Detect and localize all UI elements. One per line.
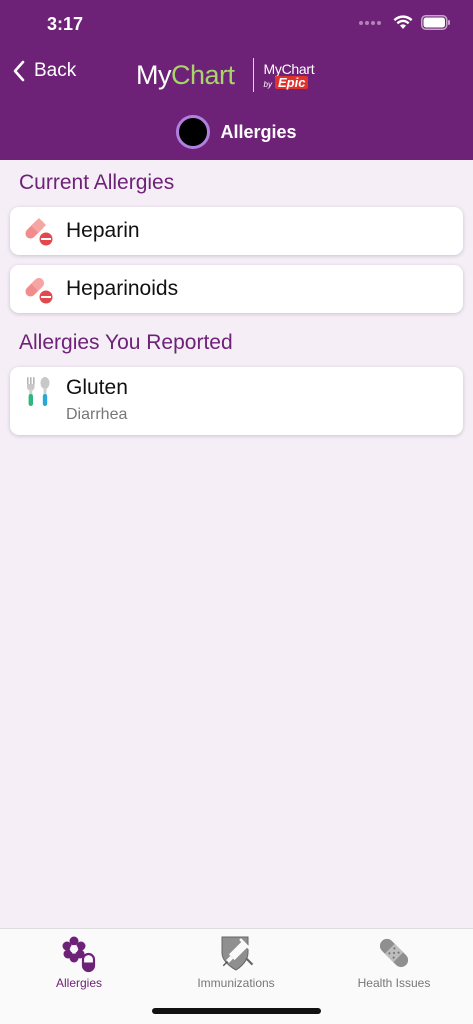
tab-allergies[interactable]: Allergies xyxy=(9,933,149,990)
logo-wordmark: MyChart xyxy=(136,60,235,91)
home-indicator[interactable] xyxy=(152,1008,321,1014)
chevron-left-icon xyxy=(13,60,25,82)
header: 3:17 Back MyChart MyChart by Epic Allerg… xyxy=(0,0,473,160)
status-icons xyxy=(359,15,451,30)
tab-immunizations[interactable]: Immunizations xyxy=(166,933,306,990)
allergy-card-text: Gluten Diarrhea xyxy=(66,376,128,424)
page-title-row: Allergies xyxy=(0,115,473,149)
allergy-card-heparin[interactable]: Heparin xyxy=(10,207,463,255)
allergy-list: Current Allergies Heparin Heparinoids Al… xyxy=(0,160,473,435)
mychart-logo: MyChart MyChart by Epic xyxy=(136,58,315,92)
avatar[interactable] xyxy=(176,115,211,149)
tab-label: Allergies xyxy=(55,976,103,990)
allergy-name: Heparin xyxy=(66,219,140,242)
back-button[interactable]: Back xyxy=(12,60,76,82)
bandage-icon xyxy=(379,938,409,968)
allergy-card-heparinoids[interactable]: Heparinoids xyxy=(10,265,463,313)
allergy-card-gluten[interactable]: Gluten Diarrhea xyxy=(10,367,463,435)
back-label: Back xyxy=(34,60,77,81)
epic-logo-word: Epic xyxy=(274,75,309,89)
page-title: Allergies xyxy=(220,121,297,142)
logo-divider xyxy=(252,58,254,92)
epic-logo-bottom: by Epic xyxy=(263,75,315,89)
signal-icon xyxy=(359,20,381,25)
allergies-screen: 3:17 Back MyChart MyChart by Epic Allerg… xyxy=(0,0,473,1024)
pill-icon xyxy=(25,278,53,304)
wifi-icon xyxy=(393,15,413,29)
pill-icon xyxy=(25,217,53,246)
section-title-reported: Allergies You Reported xyxy=(19,331,233,354)
logo-chart: Chart xyxy=(171,59,235,90)
tab-health-issues[interactable]: Health Issues xyxy=(324,933,464,990)
allergy-reaction: Diarrhea xyxy=(66,406,128,423)
allergy-name: Heparinoids xyxy=(66,277,179,300)
immunizations-icon xyxy=(221,936,254,971)
allergies-icon xyxy=(62,936,96,973)
epic-logo-by: by xyxy=(263,79,272,89)
allergy-card-text: Heparin xyxy=(66,219,140,243)
allergy-card-text: Heparinoids xyxy=(66,277,178,301)
status-time: 3:17 xyxy=(47,14,84,34)
tab-label: Immunizations xyxy=(197,976,275,990)
battery-icon xyxy=(421,15,450,30)
epic-logo-top: MyChart xyxy=(263,60,315,77)
utensils-icon xyxy=(27,377,50,406)
tab-label: Health Issues xyxy=(357,976,431,990)
epic-logo: MyChart by Epic xyxy=(264,62,315,89)
section-title-current: Current Allergies xyxy=(19,171,175,194)
logo-my: My xyxy=(136,59,172,90)
allergy-name: Gluten xyxy=(66,376,128,399)
